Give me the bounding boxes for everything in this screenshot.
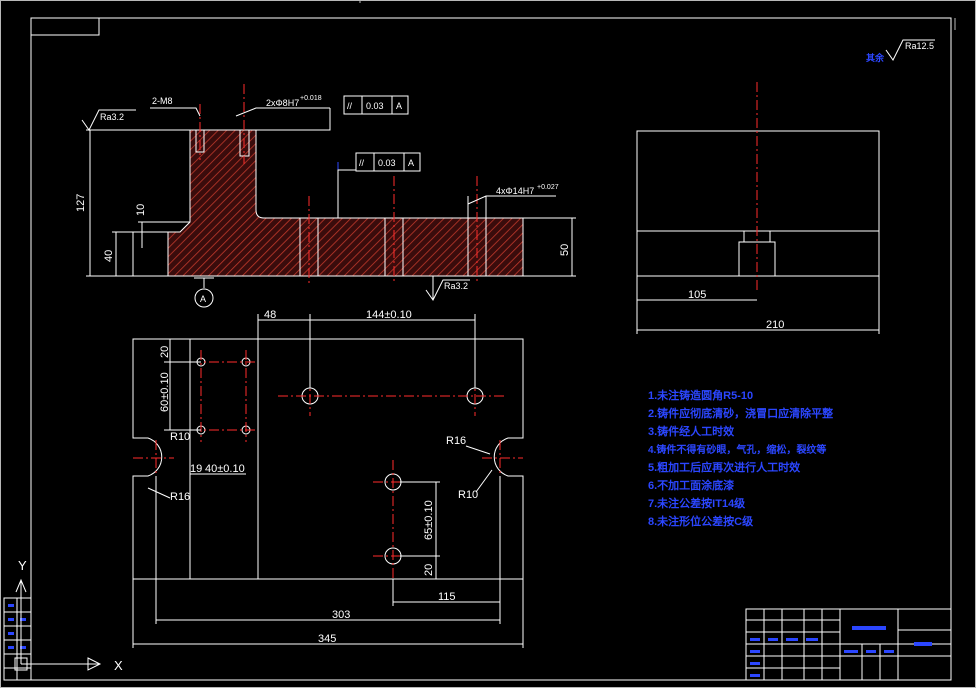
dim-hole: 2xΦ8H7 [266,98,299,108]
note-7: 7.未注公差按IT14级 [648,496,746,510]
dim-40-spacing: 40±0.10 [205,463,245,475]
dim-r10-left: R10 [170,431,190,443]
dim-holes-right-tol: +0.027 [537,184,559,191]
dim-thread: 2-M8 [152,96,173,106]
note-8: 8.未注形位公差按C级 [648,514,754,528]
dim-65: 65±0.10 [423,500,435,540]
dim-345: 345 [318,633,336,645]
note-4: 4.铸件不得有砂眼，气孔，缩松，裂纹等 [648,443,826,456]
side-view: 105 210 [636,82,880,334]
plan-view: 48 144±0.10 60±0.10 20 R10 19 40±0.10 R1… [132,309,524,648]
dim-40: 40 [103,250,115,262]
plan-outline [132,338,524,580]
dim-115: 115 [438,591,456,603]
dim-105: 105 [688,289,706,301]
note-1: 1.未注铸造圆角R5-10 [648,388,753,402]
section-view: 127 40 10 50 Ra3.2 2-M8 2xΦ8H7 +0.018 //… [75,84,576,308]
pin-holes [191,350,256,442]
corner-box [30,17,100,36]
axis-x-label: X [114,658,123,673]
dim-50: 50 [559,244,571,256]
global-roughness-value: Ra12.5 [905,41,934,51]
dim-r16-left: R16 [170,491,190,503]
title-block [745,608,952,681]
window-border [0,0,976,688]
roughness-top: Ra3.2 [100,112,124,122]
dim-20: 20 [159,346,171,358]
roughness-bottom: Ra3.2 [444,281,468,291]
dim-r10-right: R10 [458,489,478,501]
dim-r16-right: R16 [446,435,466,447]
gtol-top-value: 0.03 [366,101,384,111]
global-roughness-label: 其余 [866,52,885,63]
datum-label: A [200,294,206,304]
note-3: 3.铸件经人工时效 [648,424,735,438]
axis-y-label: Y [18,558,27,573]
dim-10: 10 [135,204,147,216]
gtol-top-datum: A [396,101,402,111]
global-roughness-symbol: 其余 Ra12.5 [866,39,935,63]
note-5: 5.粗加工后应再次进行人工时效 [648,460,801,474]
dim-20-bottom: 20 [423,564,435,576]
left-ledge [132,231,169,277]
dim-60: 60±0.10 [159,372,171,412]
gtol-mid-value: 0.03 [378,158,396,168]
technical-notes: 1.未注铸造圆角R5-10 2.铸件应彻底清砂，浇冒口应清除平整 3.铸件经人工… [648,388,833,528]
dim-hole-tol: +0.018 [300,95,322,102]
dim-303: 303 [332,609,350,621]
gtol-mid-symbol: // [359,158,365,168]
dim-height-total: 127 [75,194,87,212]
note-6: 6.不加工面涂底漆 [648,478,734,492]
note-2: 2.铸件应彻底清砂，浇冒口应清除平整 [648,406,833,420]
gtol-top-symbol: // [347,101,353,111]
dim-210: 210 [766,319,784,331]
dim-holes-right: 4xΦ14H7 [496,186,534,196]
dim-48: 48 [264,309,276,321]
dim-144: 144±0.10 [366,309,412,321]
gtol-mid-datum: A [408,158,414,168]
large-holes [278,376,505,578]
dim-19: 19 [190,463,202,475]
drawing-sheet: 其余 Ra12.5 127 40 10 50 Ra3.2 2-M8 2xΦ8H7… [0,0,976,688]
